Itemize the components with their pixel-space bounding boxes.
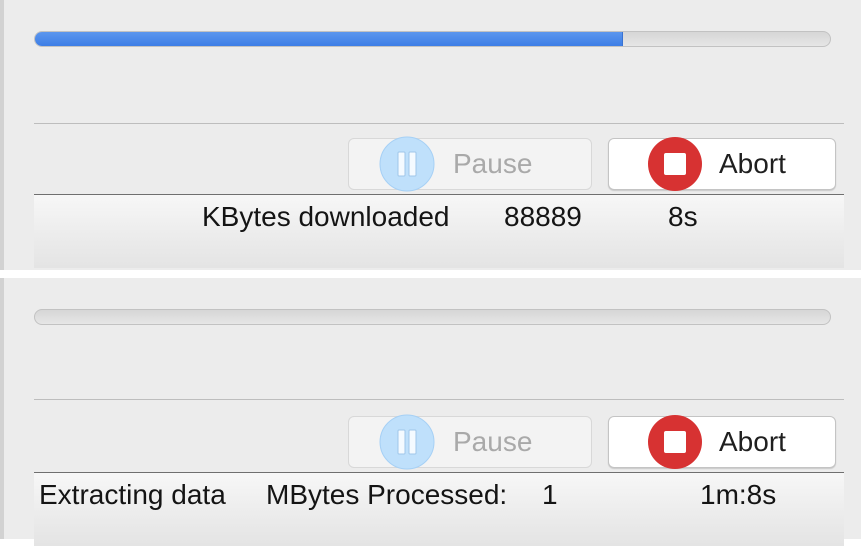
stop-icon (648, 137, 702, 191)
status-prefix: Extracting data (39, 479, 226, 510)
stop-icon (648, 415, 702, 469)
pause-button[interactable]: Pause (348, 136, 592, 192)
status-elapsed-time: 1m:8s (700, 479, 777, 510)
extract-progress-panel: Pause Abort Extracting data MBytes Proce… (0, 278, 861, 546)
pause-button[interactable]: Pause (348, 414, 592, 470)
status-bar: KBytes downloaded 88889 8s (34, 194, 844, 268)
abort-button[interactable]: Abort (608, 137, 836, 191)
abort-button-label: Abort (719, 426, 786, 457)
progress-bar (34, 31, 831, 47)
panel-edge (0, 278, 4, 539)
abort-button-label: Abort (719, 148, 786, 179)
progress-fill (35, 32, 624, 46)
download-progress-panel: Pause Abort KBytes downloaded 88889 8s (0, 0, 861, 270)
panel-edge (0, 0, 4, 270)
pause-button-label: Pause (453, 426, 533, 457)
pause-icon (379, 414, 435, 470)
pause-icon (379, 136, 435, 192)
status-value: 88889 (504, 201, 582, 232)
status-label: MBytes Processed: (266, 479, 508, 510)
separator (34, 123, 844, 124)
status-elapsed-time: 8s (668, 201, 698, 232)
status-label: KBytes downloaded (202, 201, 450, 232)
status-value: 1 (542, 479, 558, 510)
separator (34, 399, 844, 400)
abort-button[interactable]: Abort (608, 415, 836, 469)
pause-button-label: Pause (453, 148, 533, 179)
progress-bar (34, 309, 831, 325)
status-bar: Extracting data MBytes Processed: 1 1m:8… (34, 472, 844, 546)
